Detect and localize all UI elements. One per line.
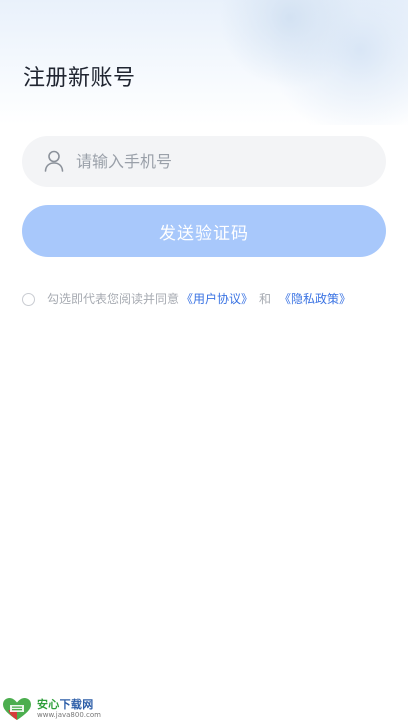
phone-input[interactable] bbox=[76, 136, 368, 187]
watermark-title: 安心下载网 bbox=[37, 697, 94, 711]
user-agreement-link[interactable]: 《用户协议》 bbox=[181, 290, 253, 308]
watermark-url: www.java800.com bbox=[37, 710, 101, 719]
privacy-policy-link[interactable]: 《隐私政策》 bbox=[279, 290, 351, 308]
header-background bbox=[0, 0, 408, 125]
agreement-and-text: 和 bbox=[259, 292, 272, 306]
send-code-button[interactable]: 发送验证码 bbox=[22, 205, 386, 257]
agreement-text: 勾选即代表您阅读并同意 bbox=[47, 292, 180, 306]
heart-logo-icon bbox=[3, 698, 31, 720]
agreement-checkbox[interactable] bbox=[22, 292, 35, 306]
agreement-row: 勾选即代表您阅读并同意 《用户协议》 和 《隐私政策》 bbox=[22, 290, 351, 308]
user-icon bbox=[44, 150, 64, 172]
watermark: 安心下载网 www.java800.com bbox=[2, 696, 101, 722]
page-title: 注册新账号 bbox=[23, 66, 136, 91]
phone-input-container[interactable] bbox=[22, 136, 386, 187]
